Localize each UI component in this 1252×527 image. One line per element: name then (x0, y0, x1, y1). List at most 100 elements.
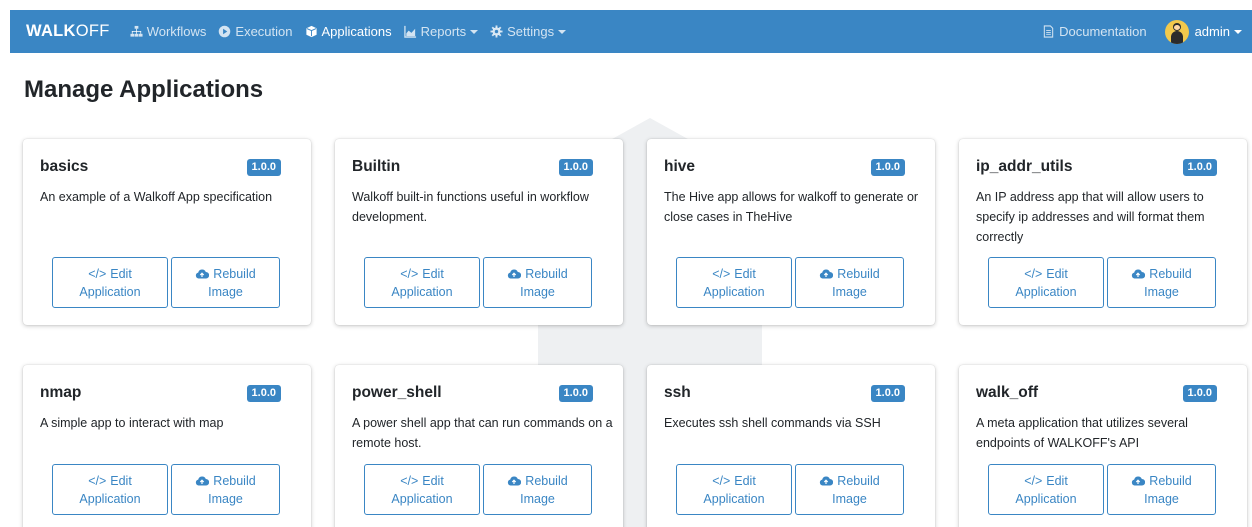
edit-application-button[interactable]: </> Edit Application (988, 257, 1104, 308)
edit-label-2: Application (391, 284, 453, 299)
page-title: Manage Applications (24, 76, 264, 103)
rebuild-image-button[interactable]: Rebuild Image (171, 464, 280, 515)
rebuild-label: Rebuild (213, 266, 256, 281)
cube-icon (305, 25, 317, 38)
app-card: nmap 1.0.0 A simple app to interact with… (23, 365, 311, 527)
nav-settings[interactable]: Settings (490, 24, 567, 39)
rebuild-label-2: Image (520, 491, 555, 506)
nav-workflows[interactable]: Workflows (130, 24, 207, 39)
app-description: The Hive app allows for walkoff to gener… (664, 190, 919, 224)
code-icon: </> (712, 266, 731, 281)
rebuild-label: Rebuild (837, 473, 880, 488)
app-card: walk_off 1.0.0 A meta application that u… (959, 365, 1247, 527)
nav-reports-label: Reports (420, 24, 467, 39)
brand-bold: WALK (26, 22, 76, 40)
app-name: hive (664, 158, 696, 175)
edit-application-button[interactable]: </> Edit Application (364, 464, 480, 515)
rebuild-image-button[interactable]: Rebuild Image (1107, 257, 1216, 308)
edit-application-button[interactable]: </> Edit Application (364, 257, 480, 308)
version-badge: 1.0.0 (558, 159, 593, 176)
app-description: A simple app to interact with map (40, 416, 224, 430)
cloud-upload-icon (508, 476, 522, 486)
version-badge: 1.0.0 (246, 385, 281, 402)
edit-label: Edit (422, 473, 444, 488)
app-description: An example of a Walkoff App specificatio… (40, 190, 273, 204)
edit-application-button[interactable]: </> Edit Application (52, 257, 168, 308)
code-icon: </> (400, 473, 419, 488)
app-name: nmap (40, 384, 82, 401)
code-icon: </> (88, 266, 107, 281)
edit-label: Edit (1046, 266, 1068, 281)
code-icon: </> (88, 473, 107, 488)
nav-documentation[interactable]: Documentation (1042, 24, 1147, 39)
version-badge: 1.0.0 (870, 385, 905, 402)
brand-rest: OFF (75, 22, 110, 40)
sitemap-icon (130, 25, 143, 37)
code-icon: </> (1024, 266, 1043, 281)
cloud-upload-icon (1132, 476, 1146, 486)
edit-application-button[interactable]: </> Edit Application (988, 464, 1104, 515)
edit-application-button[interactable]: </> Edit Application (676, 257, 792, 308)
app-name: ssh (664, 384, 691, 401)
rebuild-label: Rebuild (525, 473, 568, 488)
rebuild-image-button[interactable]: Rebuild Image (795, 464, 904, 515)
chevron-down-icon (1234, 29, 1242, 34)
cloud-upload-icon (1132, 269, 1146, 279)
edit-label-2: Application (391, 491, 453, 506)
nav-applications[interactable]: Applications (305, 24, 392, 39)
nav-workflows-label: Workflows (146, 24, 207, 39)
rebuild-label-2: Image (832, 284, 867, 299)
app-card: basics 1.0.0 An example of a Walkoff App… (23, 139, 311, 325)
code-icon: </> (400, 266, 419, 281)
rebuild-image-button[interactable]: Rebuild Image (795, 257, 904, 308)
edit-label: Edit (734, 266, 756, 281)
edit-label-2: Application (79, 284, 141, 299)
rebuild-label-2: Image (832, 491, 867, 506)
edit-label: Edit (734, 473, 756, 488)
rebuild-label: Rebuild (213, 473, 256, 488)
cloud-upload-icon (196, 476, 210, 486)
chevron-down-icon (470, 29, 479, 34)
nav-documentation-label: Documentation (1059, 24, 1147, 39)
app-description: Executes ssh shell commands via SSH (664, 416, 881, 430)
cloud-upload-icon (196, 269, 210, 279)
app-description: Walkoff built-in functions useful in wor… (352, 190, 589, 224)
nav-execution[interactable]: Execution (218, 24, 293, 39)
rebuild-label: Rebuild (837, 266, 880, 281)
rebuild-image-button[interactable]: Rebuild Image (483, 257, 592, 308)
area-chart-icon (403, 25, 416, 38)
version-badge: 1.0.0 (1182, 159, 1217, 176)
app-name: walk_off (976, 384, 1039, 401)
app-description: An IP address app that will allow users … (976, 190, 1205, 244)
edit-application-button[interactable]: </> Edit Application (676, 464, 792, 515)
app-card: ip_addr_utils 1.0.0 An IP address app th… (959, 139, 1247, 325)
edit-label: Edit (422, 266, 444, 281)
edit-application-button[interactable]: </> Edit Application (52, 464, 168, 515)
cloud-upload-icon (820, 269, 834, 279)
brand-logo[interactable]: WALK OFF (26, 22, 110, 41)
edit-label-2: Application (79, 491, 141, 506)
nav-reports[interactable]: Reports (403, 24, 479, 39)
code-icon: </> (1024, 473, 1043, 488)
nav-links: Workflows Execution Applications Reports (130, 24, 578, 39)
app-description: A meta application that utilizes several… (976, 416, 1188, 450)
cloud-upload-icon (508, 269, 522, 279)
rebuild-label-2: Image (1144, 491, 1179, 506)
cloud-upload-icon (820, 476, 834, 486)
rebuild-label-2: Image (520, 284, 555, 299)
version-badge: 1.0.0 (870, 159, 905, 176)
rebuild-label-2: Image (208, 284, 243, 299)
rebuild-label: Rebuild (1149, 266, 1192, 281)
avatar (1164, 19, 1189, 44)
app-name: ip_addr_utils (976, 158, 1073, 175)
rebuild-label: Rebuild (1149, 473, 1192, 488)
edit-label: Edit (1046, 473, 1068, 488)
edit-label-2: Application (703, 491, 765, 506)
rebuild-image-button[interactable]: Rebuild Image (1107, 464, 1216, 515)
user-menu[interactable]: admin (1159, 19, 1242, 44)
rebuild-image-button[interactable]: Rebuild Image (483, 464, 592, 515)
rebuild-image-button[interactable]: Rebuild Image (171, 257, 280, 308)
user-name: admin (1194, 24, 1230, 39)
rebuild-label-2: Image (208, 491, 243, 506)
version-badge: 1.0.0 (246, 159, 281, 176)
